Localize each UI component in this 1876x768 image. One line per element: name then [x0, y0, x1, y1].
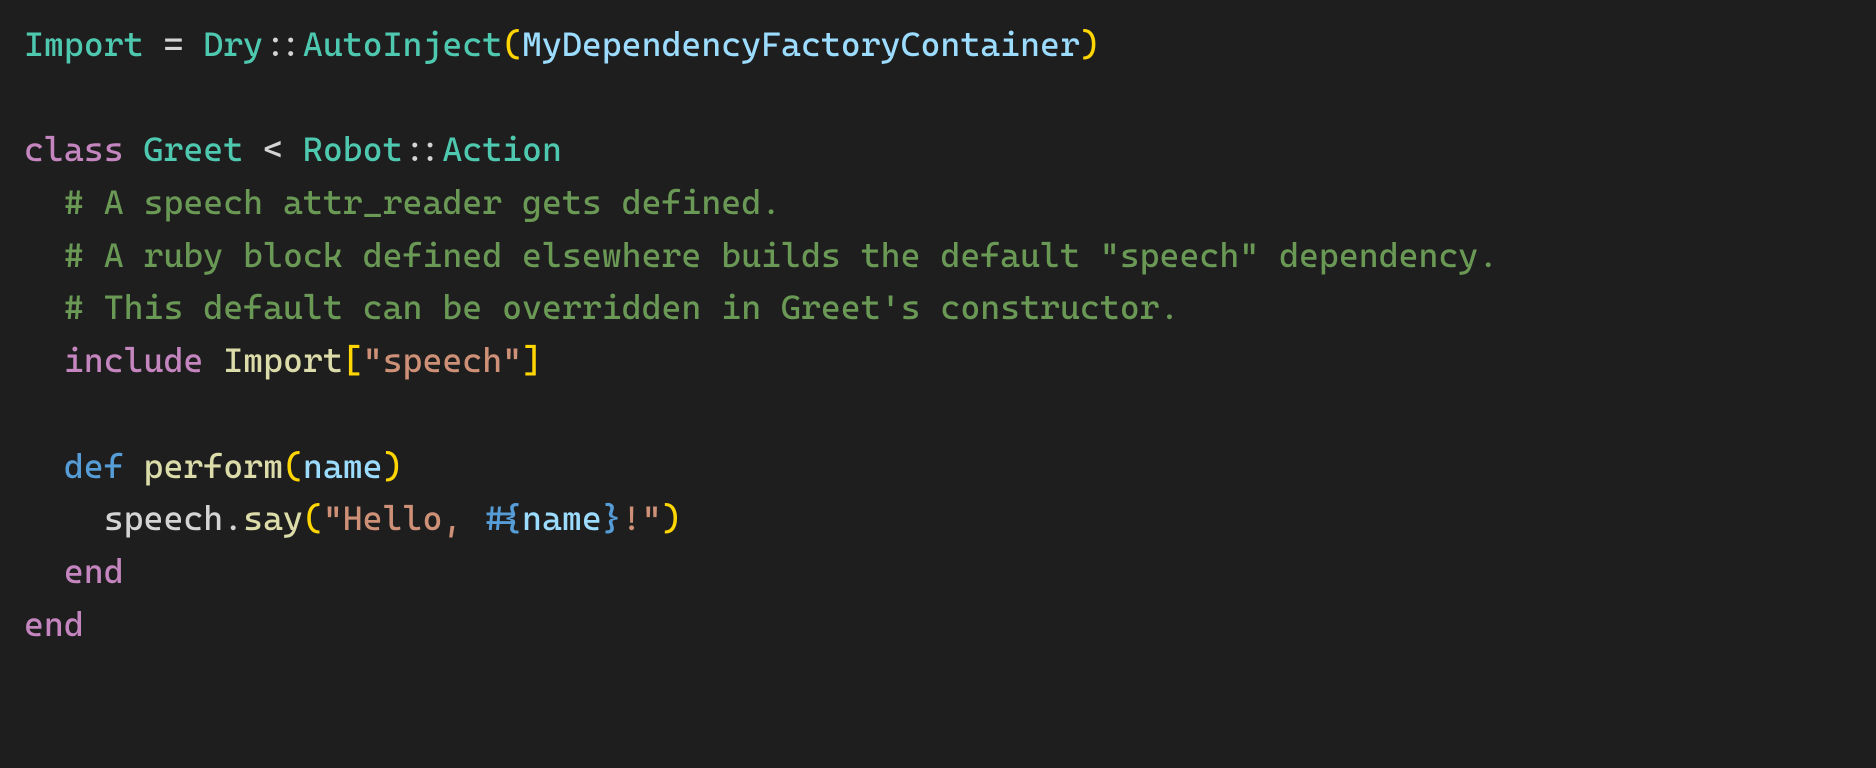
- method-say: say: [243, 498, 303, 538]
- token-Action: Action: [442, 129, 562, 169]
- code-line-10: speech.say("Hello, #{name}!"): [24, 498, 681, 538]
- token-Dry: Dry: [203, 24, 263, 64]
- paren-close: ): [662, 498, 682, 538]
- classname-Greet: Greet: [144, 129, 244, 169]
- paren-open: (: [283, 446, 303, 486]
- paren-close: ): [383, 446, 403, 486]
- code-block: Import = Dry::AutoInject(MyDependencyFac…: [0, 0, 1876, 668]
- indent: [24, 498, 104, 538]
- space: [283, 129, 303, 169]
- interp-var-name: name: [522, 498, 602, 538]
- comment-line: # This default can be overridden in Gree…: [24, 287, 1179, 327]
- method-name-perform: perform: [144, 446, 283, 486]
- token-scope: ::: [263, 24, 303, 64]
- interp-open: #{: [482, 498, 522, 538]
- bracket-close: ]: [522, 340, 542, 380]
- token-Robot: Robot: [303, 129, 403, 169]
- string-speech: "speech": [363, 340, 522, 380]
- keyword-include: include: [64, 340, 203, 380]
- paren-open: (: [303, 498, 323, 538]
- string-part: !": [622, 498, 662, 538]
- keyword-end: end: [24, 604, 84, 644]
- code-line-3: class Greet < Robot::Action: [24, 129, 562, 169]
- indent: [24, 340, 64, 380]
- paren-close: ): [1080, 24, 1100, 64]
- keyword-class: class: [24, 129, 124, 169]
- keyword-end: end: [24, 551, 124, 591]
- token-container: MyDependencyFactoryContainer: [522, 24, 1080, 64]
- token-lt: <: [263, 129, 283, 169]
- comment-line: # A ruby block defined elsewhere builds …: [24, 235, 1498, 275]
- code-line-7: include Import["speech"]: [24, 340, 542, 380]
- receiver-speech: speech: [104, 498, 224, 538]
- keyword-def: def: [64, 446, 124, 486]
- dot: .: [223, 498, 243, 538]
- token-scope: ::: [403, 129, 443, 169]
- token-Import-call: Import: [223, 340, 343, 380]
- indent: [24, 446, 64, 486]
- bracket-open: [: [343, 340, 363, 380]
- space: [124, 446, 144, 486]
- interp-close: }: [602, 498, 622, 538]
- code-line-9: def perform(name): [24, 446, 403, 486]
- string-part: "Hello,: [323, 498, 482, 538]
- space: [203, 340, 223, 380]
- space: [243, 129, 263, 169]
- comment-line: # A speech attr_reader gets defined.: [24, 182, 781, 222]
- space: [124, 129, 144, 169]
- param-name: name: [303, 446, 383, 486]
- code-line-1: Import = Dry::AutoInject(MyDependencyFac…: [24, 24, 1100, 64]
- paren-open: (: [502, 24, 522, 64]
- token-eq: =: [144, 24, 204, 64]
- token-Import: Import: [24, 24, 144, 64]
- token-AutoInject: AutoInject: [303, 24, 502, 64]
